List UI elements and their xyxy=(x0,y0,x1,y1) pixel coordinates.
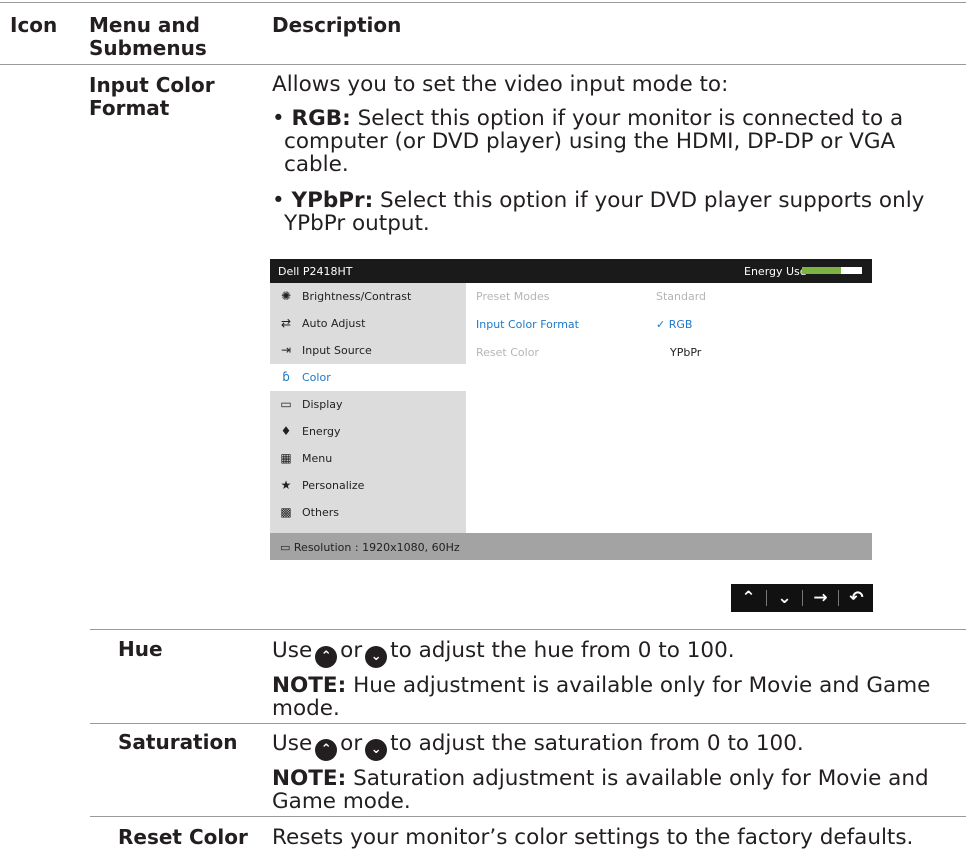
header-icon-column: Icon xyxy=(10,13,58,37)
up-button-icon: ⌃ xyxy=(315,646,338,668)
hue-rest-text: to adjust the hue from 0 to 100. xyxy=(390,638,735,663)
saturation-description: Use ⌃ or ⌄ to adjust the saturation from 0 t… xyxy=(272,731,804,761)
rgb-bullet-line2: computer (or DVD player) using the HDMI,… xyxy=(284,129,896,154)
saturation-note-line1: NOTE: Saturation adjustment is available… xyxy=(272,766,929,791)
ypbpr-bullet-line1: • YPbPr: Select this option if your DVD … xyxy=(272,188,925,213)
down-key-icon[interactable]: ⌄ xyxy=(767,584,802,612)
others-icon: ▩ xyxy=(280,505,292,519)
osd-row-value: ✓ RGB xyxy=(656,318,692,331)
osd-menu: ✺ Brightness/Contrast ⇄ Auto Adjust ⇥ In… xyxy=(270,283,466,533)
osd-row-value-text: RGB xyxy=(668,318,693,331)
osd-model-name: Dell P2418HT xyxy=(278,265,353,278)
ypbpr-text-1: Select this option if your DVD player su… xyxy=(373,188,925,213)
enter-arrow-icon[interactable]: → xyxy=(803,584,838,612)
energy-icon: ♦ xyxy=(280,424,292,438)
osd-menu-item-menu[interactable]: ▦ Menu xyxy=(270,445,466,472)
osd-screenshot: Dell P2418HT Energy Use ✺ Brightness/Con… xyxy=(270,259,872,560)
osd-row-key: Reset Color xyxy=(476,346,539,359)
header-description-column: Description xyxy=(272,13,402,37)
hue-label: Hue xyxy=(118,637,163,661)
osd-menu-item-brightness-contrast[interactable]: ✺ Brightness/Contrast xyxy=(270,283,466,310)
saturation-rest-text: to adjust the saturation from 0 to 100. xyxy=(390,731,804,756)
osd-row-key: Input Color Format xyxy=(476,318,579,331)
input-source-icon: ⇥ xyxy=(280,343,292,357)
row-rule-hue xyxy=(90,723,966,724)
menu-icon: ▦ xyxy=(280,451,292,465)
color-icon: ɓ xyxy=(282,370,290,384)
saturation-note-term: NOTE: xyxy=(272,766,347,791)
saturation-or-text: or xyxy=(340,731,363,756)
saturation-note-text: Saturation adjustment is available only … xyxy=(346,766,929,791)
hue-note-line2: mode. xyxy=(272,696,340,721)
row-rule-saturation xyxy=(90,816,966,817)
header-menu-column-line1: Menu and xyxy=(89,13,200,37)
osd-menu-item-label: Others xyxy=(302,506,339,519)
star-icon: ★ xyxy=(280,478,292,492)
saturation-use-text: Use xyxy=(272,731,313,756)
hdmi-cable-icon: ▭ xyxy=(280,541,291,554)
hue-note-text: Hue adjustment is available only for Mov… xyxy=(346,673,931,698)
osd-resolution-text: Resolution : 1920x1080, 60Hz xyxy=(293,541,460,554)
down-button-icon: ⌄ xyxy=(365,739,388,761)
osd-menu-item-label: Personalize xyxy=(302,479,365,492)
osd-menu-item-label: Display xyxy=(302,398,343,411)
osd-row-preset-modes[interactable]: Preset Modes Standard xyxy=(466,283,872,311)
hue-or-text: or xyxy=(340,638,363,663)
ypbpr-bullet-line2: YPbPr output. xyxy=(284,211,430,236)
saturation-label: Saturation xyxy=(118,730,238,754)
osd-menu-item-display[interactable]: ▭ Display xyxy=(270,391,466,418)
row-rule-input-color xyxy=(90,629,966,630)
osd-row-value: YPbPr xyxy=(670,346,702,359)
osd-menu-item-others[interactable]: ▩ Others xyxy=(270,499,466,526)
osd-footer: ▭ Resolution : 1920x1080, 60Hz xyxy=(270,533,872,560)
osd-menu-item-label: Brightness/Contrast xyxy=(302,290,412,303)
hue-description: Use ⌃ or ⌄ to adjust the hue from 0 to 100. xyxy=(272,638,735,668)
input-color-format-label-line2: Format xyxy=(89,96,170,120)
osd-menu-item-personalize[interactable]: ★ Personalize xyxy=(270,472,466,499)
rgb-bullet-line3: cable. xyxy=(284,152,349,177)
display-icon: ▭ xyxy=(280,397,292,411)
energy-use-fill xyxy=(802,267,841,274)
osd-content-panel: Preset Modes Standard Input Color Format… xyxy=(466,283,872,533)
rgb-term: RGB: xyxy=(291,106,351,131)
osd-title-bar: Dell P2418HT Energy Use xyxy=(270,259,872,283)
osd-menu-item-input-source[interactable]: ⇥ Input Source xyxy=(270,337,466,364)
osd-menu-item-label: Color xyxy=(302,371,331,384)
header-rule xyxy=(0,64,966,65)
input-color-format-intro: Allows you to set the video input mode t… xyxy=(272,72,729,97)
checkmark-icon: ✓ xyxy=(656,318,666,331)
reset-color-label: Reset Color xyxy=(118,825,248,849)
down-button-icon: ⌄ xyxy=(365,646,388,668)
input-color-format-label-line1: Input Color xyxy=(89,73,215,97)
osd-row-key: Preset Modes xyxy=(476,290,550,303)
header-menu-column-line2: Submenus xyxy=(89,36,207,60)
sun-icon: ✺ xyxy=(280,289,292,303)
back-icon[interactable]: ↶ xyxy=(839,584,874,612)
up-button-icon: ⌃ xyxy=(315,739,338,761)
auto-adjust-icon: ⇄ xyxy=(280,316,292,330)
rgb-text-1: Select this option if your monitor is co… xyxy=(350,106,904,131)
osd-menu-item-label: Menu xyxy=(302,452,333,465)
energy-use-bar xyxy=(802,267,862,274)
saturation-note-line2: Game mode. xyxy=(272,789,411,814)
osd-energy-label: Energy Use xyxy=(744,265,807,278)
ypbpr-term: YPbPr: xyxy=(291,188,374,213)
rgb-bullet-line1: • RGB: Select this option if your monito… xyxy=(272,106,904,131)
top-rule xyxy=(0,2,966,3)
osd-menu-item-auto-adjust[interactable]: ⇄ Auto Adjust xyxy=(270,310,466,337)
hue-use-text: Use xyxy=(272,638,313,663)
osd-row-reset-color[interactable]: Reset Color YPbPr xyxy=(466,339,872,367)
up-key-icon[interactable]: ⌃ xyxy=(731,584,766,612)
reset-color-description: Resets your monitor’s color settings to … xyxy=(272,825,914,850)
osd-menu-item-label: Input Source xyxy=(302,344,372,357)
hue-note-line1: NOTE: Hue adjustment is available only f… xyxy=(272,673,931,698)
osd-row-value: Standard xyxy=(656,290,707,303)
osd-menu-item-label: Auto Adjust xyxy=(302,317,366,330)
osd-menu-item-color[interactable]: ɓ Color xyxy=(270,364,466,391)
osd-row-input-color-format[interactable]: Input Color Format ✓ RGB xyxy=(466,311,872,339)
osd-menu-item-label: Energy xyxy=(302,425,341,438)
osd-menu-item-energy[interactable]: ♦ Energy xyxy=(270,418,466,445)
osd-nav-keys: ⌃ ⌄ → ↶ xyxy=(731,584,873,612)
hue-note-term: NOTE: xyxy=(272,673,347,698)
